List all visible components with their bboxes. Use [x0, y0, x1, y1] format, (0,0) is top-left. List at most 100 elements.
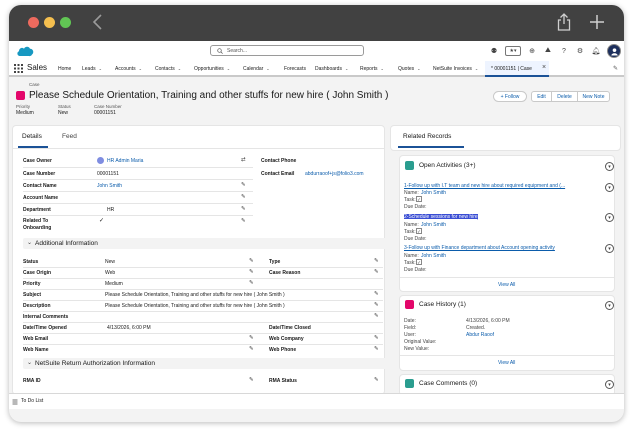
nav-item-contacts[interactable]: Contacts ⌄ [155, 66, 181, 72]
close-tab-icon[interactable]: × [542, 64, 546, 71]
web-name-label: Web Name [23, 347, 49, 353]
case-history-view-all-link[interactable]: View All [498, 360, 515, 366]
contact-email-link[interactable]: abdurraoof+js@folio3.com [305, 171, 364, 177]
tab-related-records[interactable]: Related Records [403, 133, 451, 140]
activity-link-3[interactable]: 3-Follow up with Finance department abou… [404, 245, 555, 251]
app-launcher-icon[interactable] [14, 64, 23, 73]
activity-3-menu-icon[interactable]: ▾ [605, 244, 614, 253]
edit-pencil-icon[interactable]: ✎ [249, 377, 254, 383]
web-email-label: Web Email [23, 336, 49, 342]
agentforce-icon[interactable]: ⚉ [489, 46, 499, 56]
activity-link-1[interactable]: 1-Follow up with I.T team and new hire a… [404, 183, 565, 189]
edit-pencil-icon[interactable]: ✎ [241, 206, 246, 212]
edit-pencil-icon[interactable]: ✎ [241, 194, 246, 200]
task-checkbox: ✓ [416, 259, 422, 265]
nav-item-dashboards[interactable]: Dashboards ⌄ [315, 66, 348, 72]
nav-item-reports[interactable]: Reports ⌄ [360, 66, 384, 72]
rma-id-label: RMA ID [23, 378, 41, 384]
case-history-menu-icon[interactable]: ▾ [605, 301, 614, 310]
activity-2-menu-icon[interactable]: ▾ [605, 213, 614, 222]
activity-2-task-label: Task: [404, 229, 416, 235]
setup-gear-icon[interactable]: ⚙ [575, 46, 585, 56]
new-tab-icon[interactable] [589, 14, 605, 30]
edit-pencil-icon[interactable]: ✎ [374, 258, 379, 264]
edit-pencil-icon[interactable]: ✎ [374, 346, 379, 352]
edit-pencil-icon[interactable]: ✎ [241, 218, 246, 224]
minimize-window-button[interactable] [44, 17, 55, 28]
active-record-tab[interactable]: * 00001151 | Case [485, 61, 549, 77]
global-header: Search... ⚉ ★▾ ⊕ ⛰ ? ⚙ 🔔︎ [9, 41, 624, 61]
row-divider [23, 215, 253, 216]
salesforce-logo-icon[interactable] [16, 45, 34, 57]
open-activities-menu-icon[interactable]: ▾ [605, 162, 614, 171]
edit-pencil-icon[interactable]: ✎ [241, 182, 246, 188]
nav-item-home[interactable]: Home [58, 66, 71, 72]
todo-list-icon [12, 399, 18, 405]
edit-nav-pencil-icon[interactable]: ✎ [613, 65, 618, 72]
todo-list-button[interactable]: To Do List [21, 398, 43, 404]
open-activities-title[interactable]: Open Activities (3+) [419, 162, 476, 169]
help-icon[interactable]: ? [559, 46, 569, 56]
trailhead-icon[interactable]: ⛰ [543, 46, 553, 56]
priority-field-value: Medium [105, 281, 123, 287]
contact-name-link[interactable]: John Smith [97, 183, 122, 189]
case-owner-link[interactable]: HR Admin Maria [97, 157, 143, 164]
change-owner-icon[interactable]: ⇄ [241, 157, 246, 163]
nav-item-netsuite-invoices[interactable]: NetSuite Invoices ⌄ [433, 66, 478, 72]
global-search-input[interactable]: Search... [210, 45, 364, 56]
edit-pencil-icon[interactable]: ✎ [249, 269, 254, 275]
edit-pencil-icon[interactable]: ✎ [374, 302, 379, 308]
netsuite-rma-section-header[interactable]: ⌄ NetSuite Return Authorization Informati… [23, 358, 387, 369]
owner-avatar-icon [97, 157, 104, 164]
browser-window: Search... ⚉ ★▾ ⊕ ⛰ ? ⚙ 🔔︎ Sales Home Lea… [9, 5, 624, 422]
nav-item-quotes[interactable]: Quotes ⌄ [398, 66, 420, 72]
activity-2-name-link[interactable]: John Smith [421, 222, 446, 228]
contact-email-label: Contact Email [261, 171, 295, 177]
case-reason-label: Case Reason [269, 270, 301, 276]
case-comments-menu-icon[interactable]: ▾ [605, 380, 614, 389]
notifications-bell-icon[interactable]: 🔔︎ [591, 46, 601, 56]
nav-item-opportunities[interactable]: Opportunities ⌄ [194, 66, 230, 72]
activity-1-name-link[interactable]: John Smith [421, 190, 446, 196]
edit-pencil-icon[interactable]: ✎ [249, 258, 254, 264]
open-activities-view-all-link[interactable]: View All [498, 282, 515, 288]
tab-feed[interactable]: Feed [62, 133, 77, 140]
new-note-button[interactable]: New Note [577, 91, 610, 102]
maximize-window-button[interactable] [60, 17, 71, 28]
follow-button[interactable]: + Follow [493, 91, 527, 102]
user-avatar[interactable] [607, 44, 621, 58]
edit-pencil-icon[interactable]: ✎ [249, 346, 254, 352]
edit-pencil-icon[interactable]: ✎ [374, 313, 379, 319]
close-window-button[interactable] [28, 17, 39, 28]
global-actions-icon[interactable]: ⊕ [527, 46, 537, 56]
case-comments-icon [405, 379, 414, 388]
edit-pencil-icon[interactable]: ✎ [374, 377, 379, 383]
nav-item-forecasts[interactable]: Forecasts [284, 66, 306, 72]
nav-item-accounts[interactable]: Accounts ⌄ [115, 66, 142, 72]
favorites-icon[interactable]: ★▾ [505, 46, 521, 56]
back-icon[interactable] [91, 14, 105, 30]
edit-pencil-icon[interactable]: ✎ [374, 335, 379, 341]
nav-item-calendar[interactable]: Calendar ⌄ [243, 66, 270, 72]
case-comments-title[interactable]: Case Comments (0) [419, 380, 477, 387]
edit-button[interactable]: Edit [531, 91, 552, 102]
status-field-label: Status [23, 259, 39, 265]
row-divider [23, 167, 253, 168]
history-date-value: 4/13/2026, 6:00 PM [466, 318, 510, 324]
nav-item-leads[interactable]: Leads ⌄ [82, 66, 102, 72]
additional-info-section-header[interactable]: ⌄ Additional Information [23, 238, 387, 249]
activity-link-2[interactable]: 2-Schedule sessions for new hire [404, 214, 478, 220]
rma-status-label: RMA Status [269, 378, 297, 384]
edit-pencil-icon[interactable]: ✎ [374, 269, 379, 275]
case-history-title[interactable]: Case History (1) [419, 301, 466, 308]
edit-pencil-icon[interactable]: ✎ [374, 291, 379, 297]
delete-button[interactable]: Delete [551, 91, 578, 102]
opened-value: 4/13/2026, 6:00 PM [107, 325, 151, 331]
edit-pencil-icon[interactable]: ✎ [249, 280, 254, 286]
edit-pencil-icon[interactable]: ✎ [249, 335, 254, 341]
tab-details[interactable]: Details [22, 133, 42, 140]
activity-1-menu-icon[interactable]: ▾ [605, 183, 614, 192]
history-user-link[interactable]: Abdur Raoof [466, 332, 494, 338]
activity-3-name-link[interactable]: John Smith [421, 253, 446, 259]
share-icon[interactable] [557, 13, 571, 31]
